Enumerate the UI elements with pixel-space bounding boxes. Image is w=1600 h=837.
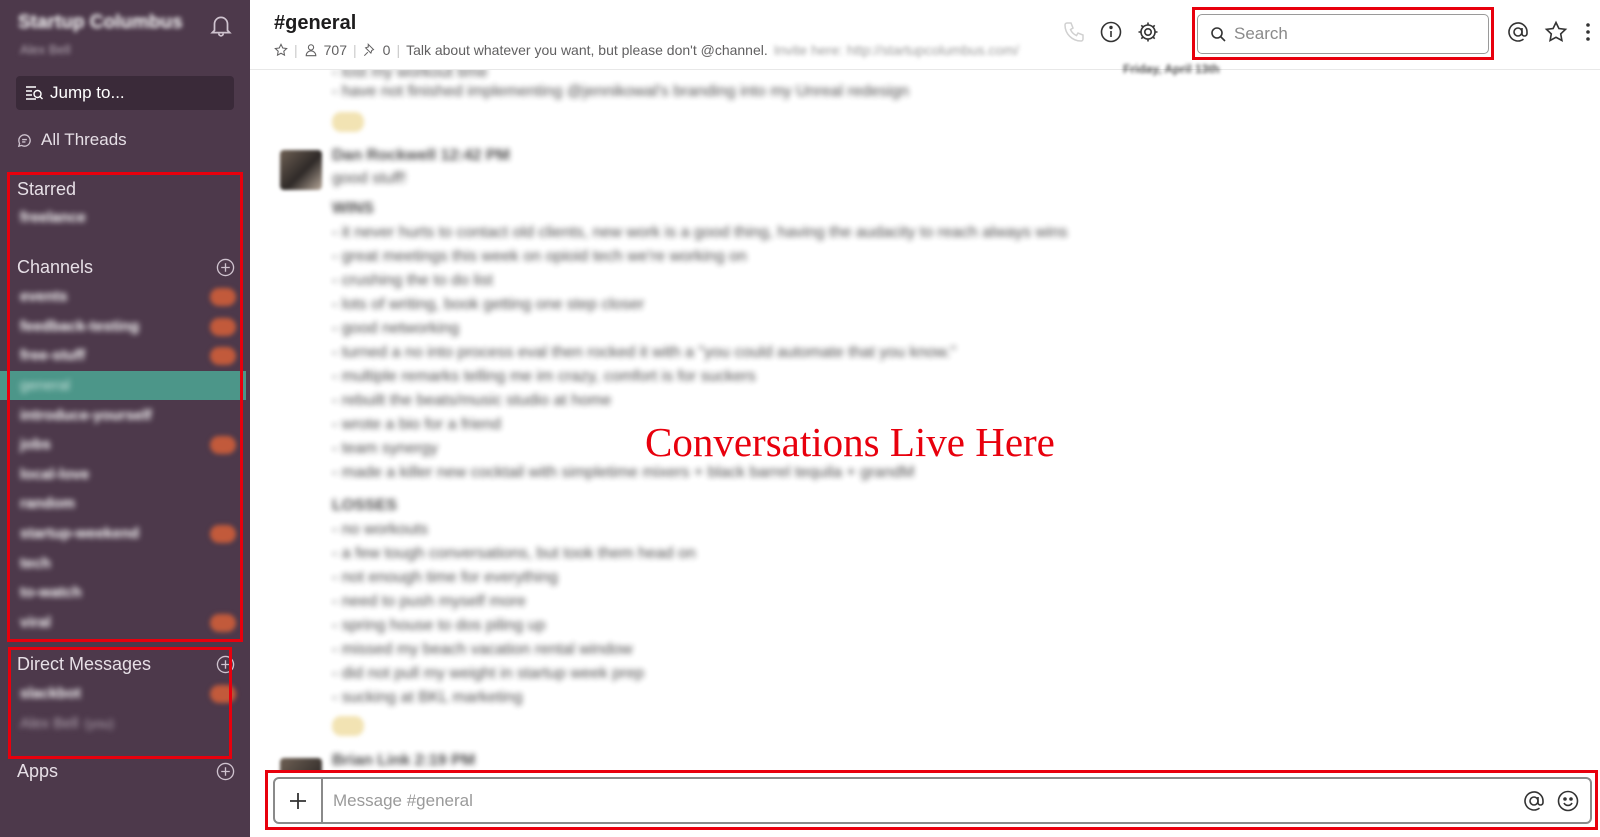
more-icon[interactable]: [1576, 20, 1600, 44]
info-icon[interactable]: [1099, 20, 1123, 44]
threads-icon: [17, 133, 31, 147]
message-text: - lost my workout time: [332, 70, 488, 81]
pin-count[interactable]: 0: [383, 42, 391, 58]
channel-title[interactable]: #general: [274, 12, 356, 35]
message-text: - not enough time for everything: [332, 569, 558, 586]
message-text: - great meetings this week on opioid tec…: [332, 248, 747, 265]
avatar[interactable]: [280, 758, 322, 770]
sidebar: Startup Columbus Alex Bell Jump to... Al…: [0, 0, 250, 837]
highlight-box-search: [1192, 7, 1494, 60]
message-text: - good networking: [332, 320, 460, 337]
all-threads-label: All Threads: [41, 130, 127, 149]
message-heading: Dan Rockwell 12:42 PM: [332, 147, 510, 164]
reaction-badge[interactable]: [332, 112, 364, 132]
starred-items-icon[interactable]: [1544, 20, 1568, 44]
message-text: - multiple remarks telling me im crazy, …: [332, 368, 756, 385]
pin-icon: [363, 43, 375, 57]
message-text: - wrote a bio for a friend: [332, 416, 501, 433]
topic-link[interactable]: Invite here: http://startupcolumbus.com/: [774, 42, 1019, 58]
message-text: - did not pull my weight in startup week…: [332, 665, 645, 682]
message-text: - crushing the to do list: [332, 272, 493, 289]
message-heading: Brian Link 2:19 PM: [332, 752, 476, 769]
message-text: - have not finished implementing @jennik…: [332, 83, 909, 100]
apps-title[interactable]: Apps: [17, 761, 58, 782]
channel-topic: Talk about whatever you want, but please…: [406, 42, 768, 58]
message-text: - lots of writing, book getting one step…: [332, 296, 645, 313]
message-heading: WINS: [332, 200, 374, 217]
jump-icon: [26, 86, 43, 100]
channel-meta: | 707 | 0 | Talk about whatever you want…: [274, 42, 1019, 58]
highlight-box-channels: [7, 172, 243, 642]
message-text: - sucking at BKL marketing: [332, 689, 523, 706]
annotation-label: Conversations Live Here: [645, 419, 1055, 465]
message-text: good stuff!: [332, 170, 407, 187]
gear-icon[interactable]: [1136, 20, 1160, 44]
star-icon[interactable]: [274, 43, 288, 57]
message-text: - rebuilt the beats/music studio at home: [332, 392, 612, 409]
message-heading: LOSSES: [332, 497, 397, 514]
message-text: - turned a no into process eval then roc…: [332, 344, 957, 361]
highlight-box-composer: [265, 770, 1598, 830]
message-text: - missed my beach vacation rental window: [332, 641, 633, 658]
jump-to-label: Jump to...: [50, 83, 125, 102]
workspace-name[interactable]: Startup Columbus: [18, 12, 183, 34]
phone-icon[interactable]: [1062, 20, 1086, 44]
mentions-icon[interactable]: [1506, 20, 1530, 44]
message-text: - a few tough conversations, but took th…: [332, 545, 696, 562]
add-app-icon[interactable]: [216, 762, 235, 781]
all-threads-item[interactable]: All Threads: [16, 130, 127, 150]
message-text: - made a killer new cocktail with simple…: [332, 464, 915, 481]
message-text: - it never hurts to contact old clients,…: [332, 224, 1068, 241]
members-icon: [305, 44, 316, 57]
message-text: - no workouts: [332, 521, 429, 538]
reaction-badge[interactable]: [332, 716, 364, 736]
message-text: - need to push myself more: [332, 593, 526, 610]
channel-header: #general | 707 | 0 | Talk about whatever…: [250, 0, 1600, 76]
message-text: - team synergy: [332, 440, 438, 457]
workspace-user: Alex Bell: [20, 42, 71, 57]
member-count[interactable]: 707: [324, 42, 347, 58]
jump-to-button[interactable]: Jump to...: [16, 76, 234, 110]
highlight-box-dms: [8, 647, 232, 759]
message-text: - spring house to dos piling up: [332, 617, 546, 634]
avatar[interactable]: [280, 150, 322, 190]
bell-icon[interactable]: [208, 12, 234, 38]
